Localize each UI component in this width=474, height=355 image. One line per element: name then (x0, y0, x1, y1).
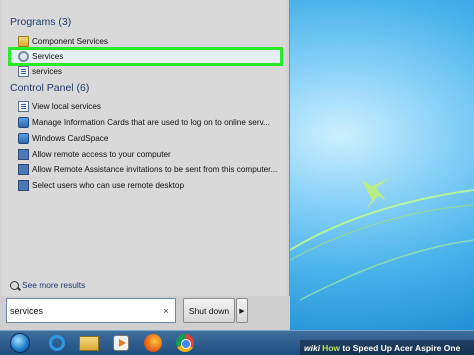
taskbar-internet-explorer[interactable] (46, 332, 68, 354)
result-windows-cardspace[interactable]: Windows CardSpace (18, 131, 280, 145)
programs-header: Programs (3) (10, 16, 72, 28)
result-label: Manage Information Cards that are used t… (32, 117, 270, 127)
gear-icon (18, 50, 29, 62)
result-services-app[interactable]: Services (18, 49, 280, 63)
result-label: Component Services (32, 36, 108, 46)
result-select-remote-users[interactable]: Select users who can use remote desktop (18, 178, 280, 192)
taskbar-firefox[interactable] (142, 332, 164, 354)
windows-orb-icon (10, 333, 30, 353)
wikihow-watermark: wiki How to Speed Up Acer Aspire One (300, 340, 474, 355)
folder-icon (18, 35, 29, 47)
see-more-results-link[interactable]: See more results (10, 280, 85, 290)
computer-icon (18, 179, 29, 191)
start-orb-button[interactable] (4, 331, 36, 355)
document-icon (18, 65, 29, 77)
search-query-text: services (10, 305, 44, 316)
result-label: services (32, 66, 63, 76)
search-input[interactable]: services × (6, 298, 176, 323)
start-menu: Programs (3) Component Services Services… (0, 0, 290, 330)
result-label: Services (32, 51, 64, 61)
watermark-wiki: wiki (304, 342, 321, 353)
taskbar-chrome[interactable] (174, 332, 196, 354)
clear-search-icon[interactable]: × (160, 306, 172, 316)
computer-icon (18, 163, 29, 175)
result-services-file[interactable]: services (18, 64, 280, 78)
watermark-title: to Speed Up Acer Aspire One (340, 342, 461, 353)
firefox-icon (144, 334, 162, 352)
result-label: Windows CardSpace (32, 133, 109, 143)
result-manage-information-cards[interactable]: Manage Information Cards that are used t… (18, 115, 280, 129)
shutdown-options-arrow-icon[interactable]: ▶ (236, 298, 248, 323)
result-allow-remote-assistance[interactable]: Allow Remote Assistance invitations to b… (18, 162, 280, 176)
card-icon (18, 116, 29, 128)
result-label: View local services (32, 101, 102, 111)
watermark-how: How (322, 342, 341, 353)
result-label: Allow remote access to your computer (32, 149, 171, 159)
internet-explorer-icon (49, 335, 65, 351)
result-label: Select users who can use remote desktop (32, 180, 185, 190)
taskbar-media-player[interactable] (110, 332, 132, 354)
search-results-panel: Programs (3) Component Services Services… (2, 0, 286, 296)
result-label: Allow Remote Assistance invitations to b… (32, 164, 278, 174)
result-component-services[interactable]: Component Services (18, 34, 280, 48)
magnifier-icon (10, 280, 19, 290)
shutdown-button[interactable]: Shut down (183, 298, 235, 323)
see-more-label: See more results (22, 280, 86, 290)
control-panel-header: Control Panel (6) (10, 82, 90, 94)
computer-icon (18, 148, 29, 160)
result-allow-remote-access[interactable]: Allow remote access to your computer (18, 147, 280, 161)
folder-icon (79, 335, 99, 351)
media-player-icon (113, 335, 129, 351)
document-icon (18, 100, 29, 112)
card-icon (18, 132, 29, 144)
chrome-icon (176, 334, 194, 352)
result-view-local-services[interactable]: View local services (18, 99, 280, 113)
taskbar-windows-explorer[interactable] (78, 332, 100, 354)
